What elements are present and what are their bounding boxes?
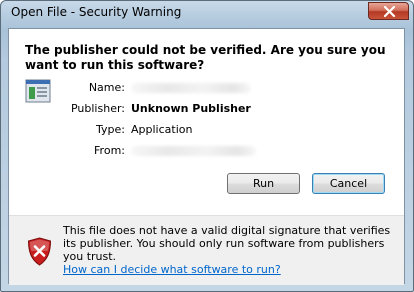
type-label: Type: <box>96 123 125 136</box>
window-title: Open File - Security Warning <box>11 5 182 19</box>
close-icon <box>383 6 396 17</box>
run-button[interactable]: Run <box>227 173 300 194</box>
security-shield-error-icon <box>27 237 52 266</box>
footer-message: This file does not have a valid digital … <box>63 224 391 263</box>
application-icon <box>25 79 51 103</box>
publisher-value: Unknown Publisher <box>131 102 251 115</box>
security-warning-dialog: Open File - Security Warning The publish… <box>0 0 414 292</box>
name-label: Name: <box>88 81 125 94</box>
publisher-label: Publisher: <box>70 102 125 115</box>
from-label: From: <box>94 144 125 157</box>
footer-message-block: This file does not have a valid digital … <box>63 224 393 276</box>
dialog-content: The publisher could not be verified. Are… <box>8 28 405 285</box>
warning-headline: The publisher could not be verified. Are… <box>25 43 386 72</box>
field-labels: Name: Publisher: Type: From: <box>69 77 125 161</box>
field-values: Unknown Publisher Application <box>131 77 256 161</box>
help-link[interactable]: How can I decide what software to run? <box>63 263 281 276</box>
type-value: Application <box>131 123 193 136</box>
from-value-redacted <box>131 146 256 156</box>
cancel-button[interactable]: Cancel <box>312 173 385 194</box>
name-value-redacted <box>131 83 251 93</box>
close-button[interactable] <box>368 2 409 20</box>
footer-panel: This file does not have a valid digital … <box>9 216 404 285</box>
